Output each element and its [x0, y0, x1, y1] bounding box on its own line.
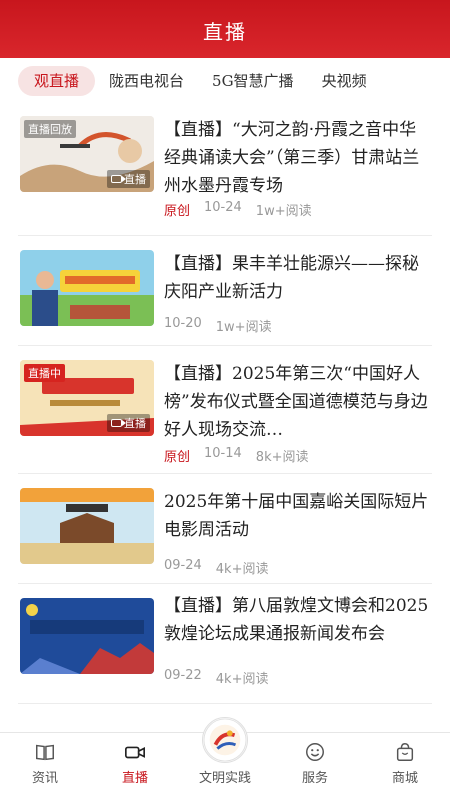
- thumb-live-now-tag: 直播中: [24, 364, 65, 382]
- tabbar-mall[interactable]: 商城: [370, 741, 440, 786]
- item-date: 10-14: [204, 446, 242, 461]
- video-camera-icon: [125, 746, 145, 759]
- thumb-live-badge: 直播: [107, 414, 150, 432]
- tab-watch-live[interactable]: 观直播: [18, 66, 96, 96]
- channel-tabs: 观直播 陇西电视台 5G智慧广播 央视频: [0, 58, 450, 104]
- item-title: 【直播】果丰羊壮能源兴——探秘庆阳产业新活力: [164, 254, 419, 302]
- thumb-live-label: 直播: [124, 173, 146, 186]
- item-reads: 1w+阅读: [255, 204, 312, 219]
- item-date: 10-24: [204, 200, 242, 215]
- item-date: 09-22: [164, 668, 202, 683]
- item-reads: 4k+阅读: [215, 672, 269, 687]
- tab-5g-radio[interactable]: 5G智慧广播: [198, 66, 308, 96]
- tabbar-label: 服务: [301, 771, 328, 786]
- thumb-live-badge: 直播: [107, 170, 150, 188]
- tabbar-label: 文明实践: [198, 771, 251, 786]
- thumbnail: [20, 488, 154, 564]
- thumb-replay-tag: 直播回放: [24, 120, 76, 138]
- thumbnail: 直播回放 直播: [20, 116, 154, 192]
- thumbnail: [20, 598, 154, 674]
- item-title: 【直播】第八届敦煌文博会和2025敦煌论坛成果通报新闻发布会: [164, 596, 429, 644]
- video-camera-icon: [111, 175, 126, 183]
- tabbar-live[interactable]: 直播: [100, 741, 170, 786]
- item-title: 【直播】“大河之韵·丹霞之音中华经典诵读大会”（第三季）甘肃站兰州水墨丹霞专场: [164, 120, 420, 196]
- tabbar-news[interactable]: 资讯: [10, 741, 80, 786]
- item-date: 10-20: [164, 316, 202, 331]
- bottom-tab-bar: 资讯 直播 文明实践 服务 商城: [0, 717, 450, 800]
- list-item[interactable]: 直播中 直播 【直播】2025年第三次“中国好人榜”发布仪式暨全国道德模范与身边…: [18, 346, 432, 474]
- item-meta: 09-22 4k+阅读: [164, 668, 268, 687]
- app-header: 直播: [0, 0, 450, 58]
- origin-badge: 原创: [164, 204, 191, 219]
- origin-badge: 原创: [164, 450, 191, 465]
- list-item[interactable]: 【直播】第八届敦煌文博会和2025敦煌论坛成果通报新闻发布会 09-22 4k+…: [18, 584, 432, 704]
- item-meta: 09-24 4k+阅读: [164, 558, 268, 577]
- tab-cctv-video[interactable]: 央视频: [308, 66, 381, 96]
- list-item[interactable]: 【直播】果丰羊壮能源兴——探秘庆阳产业新活力 10-20 1w+阅读: [18, 236, 432, 346]
- thumb-live-label: 直播: [124, 417, 146, 430]
- logo-emblem-icon: [202, 717, 248, 763]
- tabbar-service[interactable]: 服务: [280, 741, 350, 786]
- item-meta: 原创 10-14 8k+阅读: [164, 446, 309, 465]
- thumbnail: [20, 250, 154, 326]
- tabbar-label: 直播: [121, 771, 148, 786]
- item-meta: 原创 10-24 1w+阅读: [164, 200, 312, 219]
- tabbar-label: 商城: [391, 771, 418, 786]
- item-meta: 10-20 1w+阅读: [164, 316, 272, 335]
- item-title: 2025年第十届中国嘉峪关国际短片电影周活动: [164, 492, 429, 540]
- list-item[interactable]: 2025年第十届中国嘉峪关国际短片电影周活动 09-24 4k+阅读: [18, 474, 432, 584]
- item-reads: 8k+阅读: [255, 450, 309, 465]
- list-item[interactable]: 直播回放 直播 【直播】“大河之韵·丹霞之音中华经典诵读大会”（第三季）甘肃站兰…: [18, 104, 432, 236]
- tabbar-civilization[interactable]: 文明实践: [190, 717, 260, 786]
- tab-longxi-tv[interactable]: 陇西电视台: [95, 66, 198, 96]
- tabbar-label: 资讯: [31, 771, 58, 786]
- video-camera-icon: [111, 419, 126, 427]
- page-title: 直播: [203, 19, 247, 44]
- live-feed: 直播回放 直播 【直播】“大河之韵·丹霞之音中华经典诵读大会”（第三季）甘肃站兰…: [0, 104, 450, 732]
- item-reads: 4k+阅读: [215, 562, 269, 577]
- item-title: 【直播】2025年第三次“中国好人榜”发布仪式暨全国道德模范与身边好人现场交流…: [164, 364, 428, 440]
- thumbnail: 直播中 直播: [20, 360, 154, 436]
- smile-icon: [306, 743, 324, 761]
- shopping-bag-icon: [396, 743, 414, 761]
- item-reads: 1w+阅读: [215, 320, 272, 335]
- item-date: 09-24: [164, 558, 202, 573]
- book-icon: [36, 744, 54, 761]
